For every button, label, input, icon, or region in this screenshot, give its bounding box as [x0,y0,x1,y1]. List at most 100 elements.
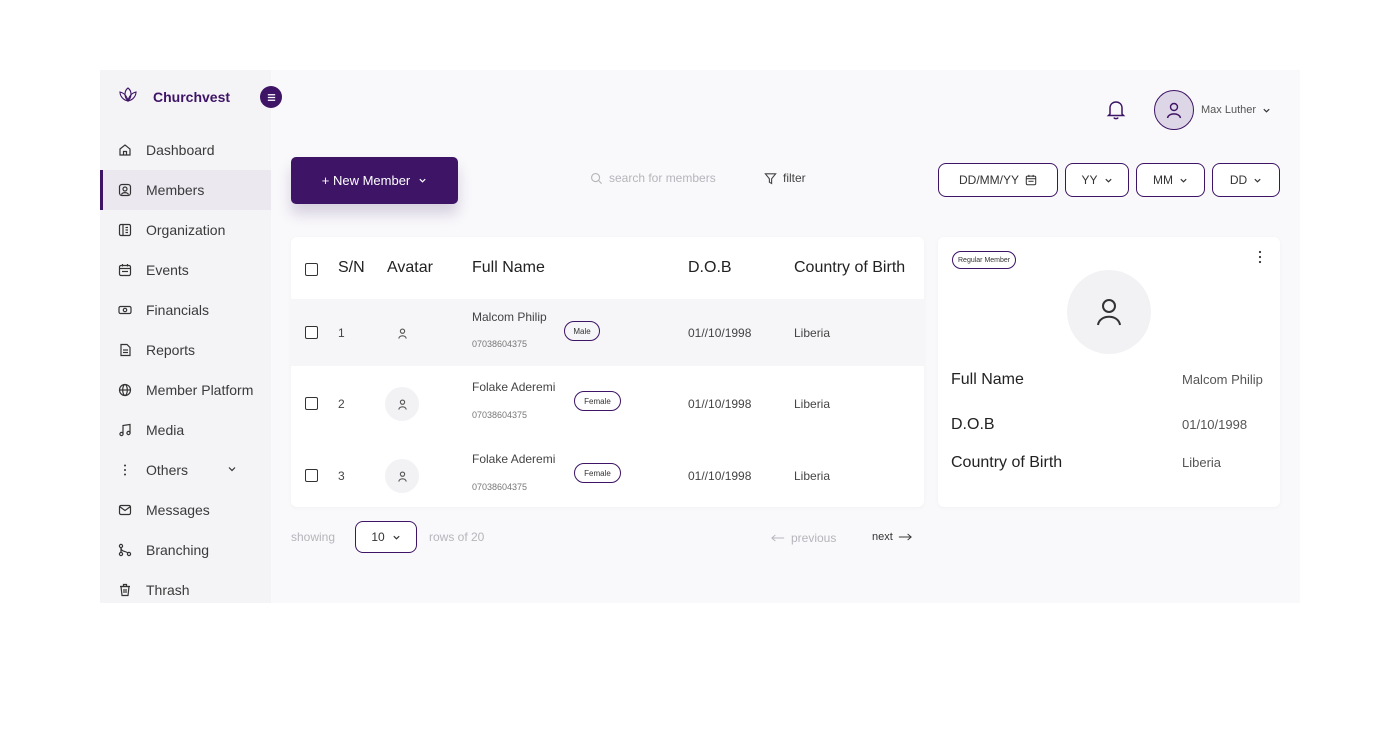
member-dob: 01//10/1998 [688,469,752,483]
members-table: S/N Avatar Full Name D.O.B Country of Bi… [291,237,924,507]
members-icon [118,183,132,197]
row-checkbox[interactable] [305,326,318,339]
sidebar-item-members[interactable]: Members [100,170,271,210]
music-icon [118,423,132,437]
logo-icon [118,85,138,110]
more-vertical-icon [118,463,132,477]
filter-button[interactable]: filter [764,171,806,185]
member-name: Malcom Philip [472,310,547,324]
row-sn: 3 [338,469,345,483]
app-window: Churchvest Dashboard Members Organizatio… [100,70,1300,603]
sidebar-item-label: Dashboard [146,142,215,158]
member-avatar [385,316,419,350]
user-menu[interactable]: Max Luther [1154,90,1271,130]
sidebar-item-label: Messages [146,502,210,518]
chevron-down-icon [1263,108,1270,113]
member-avatar [385,387,419,421]
table-header: S/N Avatar Full Name D.O.B Country of Bi… [291,237,924,299]
row-sn: 2 [338,397,345,411]
member-phone: 07038604375 [472,482,528,492]
member-country: Liberia [794,397,831,411]
search-icon [591,172,603,184]
notification-bell-icon[interactable] [1106,99,1126,121]
select-all-checkbox[interactable] [305,263,318,276]
chevron-down-icon [228,467,236,472]
filter-label: filter [783,171,806,185]
sidebar-item-media[interactable]: Media [100,410,271,450]
row-sn: 1 [338,326,345,340]
sidebar-item-thrash[interactable]: Thrash [100,570,271,610]
member-name: Folake Aderemi [472,380,556,394]
sidebar-item-label: Media [146,422,185,438]
user-icon [397,470,407,482]
rows-per-page-select[interactable]: 10 [355,521,417,553]
day-select-label: DD [1229,173,1248,187]
detail-label-country: Country of Birth [951,454,1063,471]
chevron-down-icon [393,535,400,540]
month-select[interactable]: MM [1136,163,1205,197]
calendar-icon [1025,174,1037,186]
sidebar-item-others[interactable]: Others [100,450,271,490]
table-row[interactable]: 1 Malcom Philip Male 07038604375 01//10/… [291,299,924,366]
new-member-button[interactable]: + New Member [291,157,458,204]
more-options-icon[interactable] [1254,249,1266,265]
sidebar-item-label: Branching [146,542,210,558]
sidebar-item-dashboard[interactable]: Dashboard [100,130,271,170]
search-input[interactable]: search for members [590,171,716,185]
previous-page-link[interactable]: previous [771,531,836,545]
globe-icon [118,383,132,397]
header-dob: D.O.B [688,259,732,276]
chevron-down-icon [1104,178,1112,183]
sidebar-nav: Dashboard Members Organization Events Fi… [100,130,271,610]
sidebar-item-messages[interactable]: Messages [100,490,271,530]
row-checkbox[interactable] [305,469,318,482]
date-picker[interactable]: DD/MM/YY [938,163,1058,197]
chevron-down-icon [1254,178,1261,183]
sidebar-toggle-button[interactable] [260,86,282,108]
table-row[interactable]: 3 Folake Aderemi Female 07038604375 01//… [291,440,924,507]
day-select[interactable]: DD [1212,163,1280,197]
header-avatar: Avatar [387,259,433,276]
home-icon [118,143,132,157]
header-sn: S/N [338,259,365,276]
detail-value-dob: 01/10/1998 [1182,417,1248,432]
gender-badge: Female [574,463,621,483]
member-large-avatar [1067,270,1151,354]
sidebar-item-label: Reports [146,342,196,358]
sidebar-item-label: Member Platform [146,382,254,398]
gender-badge: Male [564,321,600,341]
header-full-name: Full Name [472,259,545,276]
user-avatar[interactable] [1154,90,1194,130]
table-row[interactable]: 2 Folake Aderemi Female 07038604375 01//… [291,370,924,437]
sidebar-item-label: Others [146,462,189,478]
user-icon [397,327,407,339]
member-avatar [385,459,419,493]
sidebar-item-financials[interactable]: Financials [100,290,271,330]
calendar-icon [118,263,132,277]
sidebar: Churchvest Dashboard Members Organizatio… [100,70,282,603]
next-page-link[interactable]: next [872,531,912,543]
sidebar-item-member-platform[interactable]: Member Platform [100,370,271,410]
year-select[interactable]: YY [1065,163,1129,197]
report-icon [118,343,132,357]
user-name: Max Luther [1201,104,1257,116]
member-country: Liberia [794,469,831,483]
sidebar-item-label: Financials [146,302,210,318]
brand[interactable]: Churchvest [118,86,230,108]
sidebar-item-label: Members [146,182,205,198]
menu-icon [267,93,275,101]
search-placeholder: search for members [609,171,716,185]
money-icon [118,303,132,317]
filter-icon [764,172,777,184]
detail-value-full-name: Malcom Philip [1182,372,1263,387]
rows-per-page-value: 10 [371,530,385,544]
sidebar-item-organization[interactable]: Organization [100,210,271,250]
sidebar-item-branching[interactable]: Branching [100,530,271,570]
sidebar-item-label: Events [146,262,189,278]
month-select-label: MM [1153,173,1173,187]
row-checkbox[interactable] [305,397,318,410]
sidebar-item-reports[interactable]: Reports [100,330,271,370]
gender-badge: Female [574,391,621,411]
sidebar-item-label: Thrash [146,582,190,598]
sidebar-item-events[interactable]: Events [100,250,271,290]
